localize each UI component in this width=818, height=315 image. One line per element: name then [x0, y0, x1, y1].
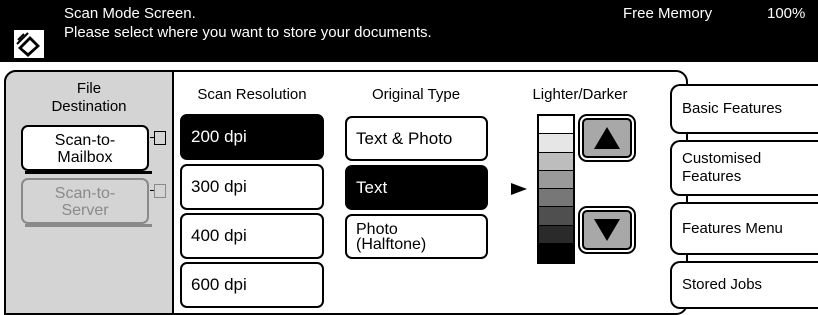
server-door-icon	[150, 184, 166, 198]
server-button-shadow	[25, 224, 152, 227]
resolution-400-dpi-button[interactable]: 400 dpi	[180, 213, 324, 259]
free-memory-label: Free Memory	[623, 5, 713, 22]
customised-line2: Features	[682, 168, 742, 185]
tab-stored-jobs[interactable]: Stored Jobs	[670, 261, 818, 309]
pointer-right-icon	[511, 183, 527, 195]
density-level-2	[539, 134, 573, 153]
status-header: Scan Mode Screen. Please select where yo…	[0, 0, 818, 62]
resolution-200-dpi-button[interactable]: 200 dpi	[180, 114, 324, 160]
scan-to-server-button[interactable]: Scan-to- Server	[21, 178, 149, 224]
screen-title: Scan Mode Screen.	[64, 5, 196, 22]
photo-halftone-button[interactable]: Photo (Halftone)	[345, 214, 488, 259]
photo-halftone-line1: Photo	[356, 220, 398, 238]
file-destination-label-line1: File	[76, 80, 102, 97]
photo-halftone-line2: (Halftone)	[356, 235, 427, 253]
darker-button[interactable]	[580, 208, 634, 252]
tab-features-menu[interactable]: Features Menu	[670, 202, 818, 255]
density-level-8	[539, 243, 573, 262]
density-level-3	[539, 152, 573, 171]
file-destination-panel: File Destination Scan-to- Mailbox Scan-t…	[4, 70, 174, 315]
scan-to-server-line1: Scan-to-	[54, 185, 116, 202]
density-level-1	[539, 116, 573, 135]
density-level-7	[539, 225, 573, 244]
resolution-600-dpi-button[interactable]: 600 dpi	[180, 262, 324, 308]
density-level-6	[539, 207, 573, 226]
triangle-down-icon	[594, 219, 620, 241]
text-button[interactable]: Text	[345, 165, 488, 210]
density-scale[interactable]	[537, 114, 575, 264]
scanner-icon	[14, 30, 44, 58]
mailbox-door-icon	[150, 131, 166, 145]
scan-to-server-line2: Server	[61, 202, 109, 219]
scan-to-mailbox-line2: Mailbox	[57, 149, 113, 166]
density-level-5	[539, 189, 573, 208]
mailbox-button-shadow	[25, 171, 152, 174]
density-level-4	[539, 170, 573, 189]
scan-to-mailbox-line1: Scan-to-	[54, 132, 116, 149]
tab-basic-features[interactable]: Basic Features	[670, 84, 818, 134]
file-destination-label-line2: Destination	[51, 98, 127, 115]
lighter-button[interactable]	[580, 116, 634, 160]
scan-resolution-label: Scan Resolution	[197, 86, 307, 103]
free-memory-value: 100%	[767, 5, 806, 22]
tab-customised-features[interactable]: Customised Features	[670, 140, 818, 196]
customised-line1: Customised	[682, 150, 762, 167]
lighter-darker-label: Lighter/Darker	[532, 86, 628, 103]
resolution-300-dpi-button[interactable]: 300 dpi	[180, 164, 324, 210]
scan-to-mailbox-button[interactable]: Scan-to- Mailbox	[21, 125, 149, 171]
original-type-label: Original Type	[371, 86, 461, 103]
triangle-up-icon	[594, 127, 620, 149]
screen-instruction: Please select where you want to store yo…	[64, 24, 432, 41]
text-and-photo-button[interactable]: Text & Photo	[345, 116, 488, 161]
